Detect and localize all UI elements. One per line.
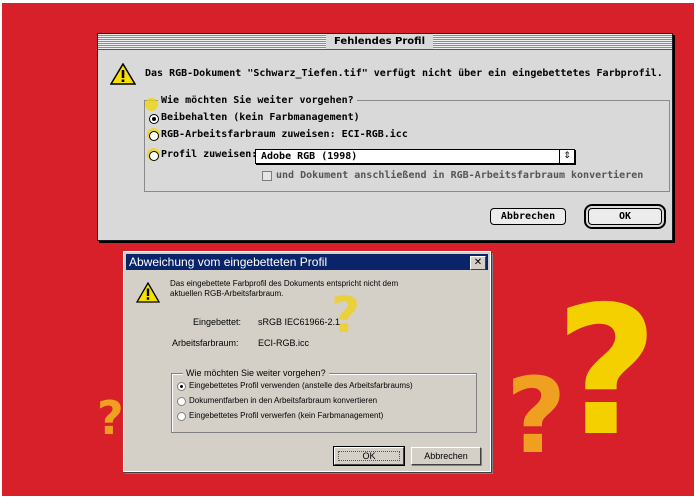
close-icon[interactable]: ✕ (470, 256, 486, 270)
mac-radio-assign-workspace[interactable] (149, 131, 159, 141)
mac-option-keep-label[interactable]: Beibehalten (kein Farbmanagement) (161, 112, 360, 123)
warning-icon (110, 63, 136, 85)
mac-option-assign-workspace-label[interactable]: RGB-Arbeitsfarbraum zuweisen: ECI-RGB.ic… (161, 129, 408, 140)
win-ok-button[interactable]: OK (333, 446, 405, 466)
win-dialog-profile-mismatch: Abweichung vom eingebetteten Profil ✕ Da… (123, 251, 491, 472)
mac-radio-assign-profile[interactable] (149, 151, 159, 161)
win-message-line1: Das eingebettete Farbprofil des Dokument… (170, 279, 399, 288)
embedded-value: sRGB IEC61966-2.1 (258, 317, 341, 327)
workspace-label: Arbeitsfarbraum: (172, 338, 239, 348)
question-mark-decoration: ? (331, 286, 361, 344)
highlight-dot (145, 98, 158, 111)
mac-ok-button[interactable]: OK (584, 204, 666, 229)
focus-rect (338, 451, 400, 461)
mac-option-assign-profile-label[interactable]: Profil zuweisen: (161, 149, 257, 160)
mac-dialog-missing-profile: Fehlendes Profil Das RGB-Dokument "Schwa… (97, 33, 673, 241)
win-radio-use-embedded[interactable] (177, 382, 186, 391)
popup-arrows-icon: ⇕ (559, 150, 574, 163)
question-mark-decoration: ? (555, 268, 659, 475)
mac-cancel-button[interactable]: Abbrechen (490, 208, 566, 225)
profile-popup[interactable]: Adobe RGB (1998) ⇕ (255, 149, 575, 164)
win-option-discard-label[interactable]: Eingebettetes Profil verwerfen (kein Far… (189, 411, 383, 420)
convert-checkbox-label[interactable]: und Dokument anschließend in RGB-Arbeits… (276, 170, 643, 181)
mac-group-label: Wie möchten Sie weiter vorgehen? (158, 95, 357, 106)
win-option-convert-label[interactable]: Dokumentfarben in den Arbeitsfarbraum ko… (189, 396, 377, 405)
mac-message: Das RGB-Dokument "Schwarz_Tiefen.tif" ve… (145, 68, 663, 79)
question-mark-decoration: ? (97, 391, 124, 445)
warning-icon (136, 282, 160, 303)
mac-radio-keep[interactable] (149, 114, 159, 124)
embedded-label: Eingebettet: (193, 317, 242, 327)
mac-dialog-title: Fehlendes Profil (326, 34, 434, 49)
win-title-bar[interactable]: Abweichung vom eingebetteten Profil ✕ (126, 254, 488, 270)
win-radio-discard[interactable] (177, 412, 186, 421)
win-option-use-embedded-label[interactable]: Eingebettetes Profil verwenden (anstelle… (189, 381, 413, 390)
win-group-label: Wie möchten Sie weiter vorgehen? (183, 368, 329, 378)
profile-popup-value: Adobe RGB (1998) (261, 151, 358, 162)
mac-title-bar[interactable]: Fehlendes Profil (98, 34, 672, 50)
win-cancel-button[interactable]: Abbrechen (411, 447, 481, 465)
win-radio-convert[interactable] (177, 397, 186, 406)
convert-checkbox[interactable] (262, 171, 272, 181)
workspace-value: ECI-RGB.icc (258, 338, 310, 348)
win-message-line2: aktuellen RGB-Arbeitsfarbraum. (170, 289, 284, 298)
win-dialog-title: Abweichung vom eingebetteten Profil (129, 255, 328, 269)
page: Fehlendes Profil Das RGB-Dokument "Schwa… (0, 0, 696, 501)
